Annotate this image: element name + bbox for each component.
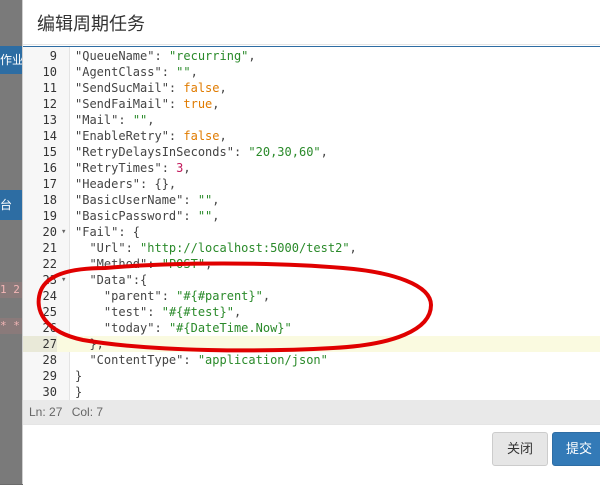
line-number: 24 — [42, 289, 57, 303]
line-number: 21 — [42, 241, 57, 255]
code-text: "RetryDelaysInSeconds": "20,30,60", — [75, 145, 328, 159]
code-text: "Fail": { — [75, 225, 141, 239]
code-line[interactable]: 17 "Headers": {}, — [23, 176, 600, 192]
code-line[interactable]: 25 "test": "#{#test}", — [23, 304, 600, 320]
editor-statusbar: Ln: 27 Col: 7 — [23, 400, 600, 424]
code-text: "BasicUserName": "", — [75, 193, 220, 207]
code-line[interactable]: 26 "today": "#{DateTime.Now}" — [23, 320, 600, 336]
cursor-column: Col: 7 — [71, 405, 104, 419]
line-number: 14 — [42, 129, 57, 143]
background-button: 台 — [0, 190, 22, 220]
code-line[interactable]: 13 "Mail": "", — [23, 112, 600, 128]
line-number: 30 — [42, 385, 57, 399]
code-text: } — [75, 369, 83, 383]
code-text: "EnableRetry": false, — [75, 129, 227, 143]
code-line[interactable]: 24 "parent": "#{#parent}", — [23, 288, 600, 304]
line-number: 29 — [42, 369, 57, 383]
code-text: "QueueName": "recurring", — [75, 49, 256, 63]
code-line[interactable]: 11 "SendSucMail": false, — [23, 80, 600, 96]
code-text: "SendSucMail": false, — [75, 81, 227, 95]
code-text: "ContentType": "application/json" — [89, 353, 328, 367]
code-line[interactable]: 15 "RetryDelaysInSeconds": "20,30,60", — [23, 144, 600, 160]
code-text: "Method": "POST", — [89, 257, 213, 271]
cursor-line: Ln: 27 — [29, 405, 63, 419]
line-number: 25 — [42, 305, 57, 319]
line-number: 13 — [42, 113, 57, 127]
line-number: 28 — [42, 353, 57, 367]
code-text: "Url": "http://localhost:5000/test2", — [89, 241, 357, 255]
line-number: 16 — [42, 161, 57, 175]
line-number: 22 — [42, 257, 57, 271]
code-line[interactable]: 27 }, — [23, 336, 600, 352]
line-number: 26 — [42, 321, 57, 335]
line-number: 23 — [42, 273, 57, 287]
line-number: 27 — [23, 336, 57, 352]
line-number: 9 — [49, 49, 57, 63]
code-text: "Data":{ — [89, 273, 148, 287]
json-code-editor[interactable]: 9 "QueueName": "recurring", 10 "AgentClass"… — [23, 46, 600, 401]
line-number: 20 — [42, 225, 57, 239]
code-text: "AgentClass": "", — [75, 65, 198, 79]
edit-task-modal: 编辑周期任务 9 "QueueName": "recurring", 10 "Agen… — [22, 0, 600, 485]
line-number: 12 — [42, 97, 57, 111]
code-text: "SendFaiMail": true, — [75, 97, 220, 111]
code-line[interactable]: 18 "BasicUserName": "", — [23, 192, 600, 208]
background-code-text-2: * * — [0, 318, 22, 334]
submit-button[interactable]: 提交 — [552, 432, 600, 466]
code-line[interactable]: 22 "Method": "POST", — [23, 256, 600, 272]
fold-toggle-icon[interactable]: ▾ — [61, 272, 66, 288]
line-number: 18 — [42, 193, 57, 207]
code-line[interactable]: 9 "QueueName": "recurring", — [23, 48, 600, 64]
code-text: "parent": "#{#parent}", — [103, 289, 271, 303]
modal-header: 编辑周期任务 — [23, 0, 600, 45]
background-code-text: 1 2 — [0, 282, 22, 298]
close-button[interactable]: 关闭 — [492, 432, 548, 466]
fold-toggle-icon[interactable]: ▾ — [61, 224, 66, 240]
background-tab: 作业 — [0, 46, 22, 74]
line-number: 15 — [42, 145, 57, 159]
code-text: "today": "#{DateTime.Now}" — [103, 321, 292, 335]
code-line[interactable]: 10 "AgentClass": "", — [23, 64, 600, 80]
code-text: "RetryTimes": 3, — [75, 161, 191, 175]
code-line[interactable]: 16 "RetryTimes": 3, — [23, 160, 600, 176]
code-line[interactable]: 29} — [23, 368, 600, 384]
code-line[interactable]: 20 ▾ "Fail": { — [23, 224, 600, 240]
code-text: }, — [75, 337, 104, 351]
code-text: "Mail": "", — [75, 113, 155, 127]
modal-title: 编辑周期任务 — [37, 14, 145, 34]
code-text: "BasicPassword": "", — [75, 209, 220, 223]
code-text: "test": "#{#test}", — [103, 305, 242, 319]
code-line[interactable]: 12 "SendFaiMail": true, — [23, 96, 600, 112]
code-text: "Headers": {}, — [75, 177, 177, 191]
code-text: } — [75, 385, 83, 399]
code-line[interactable]: 21 "Url": "http://localhost:5000/test2", — [23, 240, 600, 256]
code-line[interactable]: 28 "ContentType": "application/json" — [23, 352, 600, 368]
code-line[interactable]: 30} — [23, 384, 600, 400]
line-number: 17 — [42, 177, 57, 191]
line-number: 19 — [42, 209, 57, 223]
code-line[interactable]: 23 ▾ "Data":{ — [23, 272, 600, 288]
code-line[interactable]: 19 "BasicPassword": "", — [23, 208, 600, 224]
code-line[interactable]: 14 "EnableRetry": false, — [23, 128, 600, 144]
line-number: 11 — [42, 81, 57, 95]
line-number: 10 — [42, 65, 57, 79]
